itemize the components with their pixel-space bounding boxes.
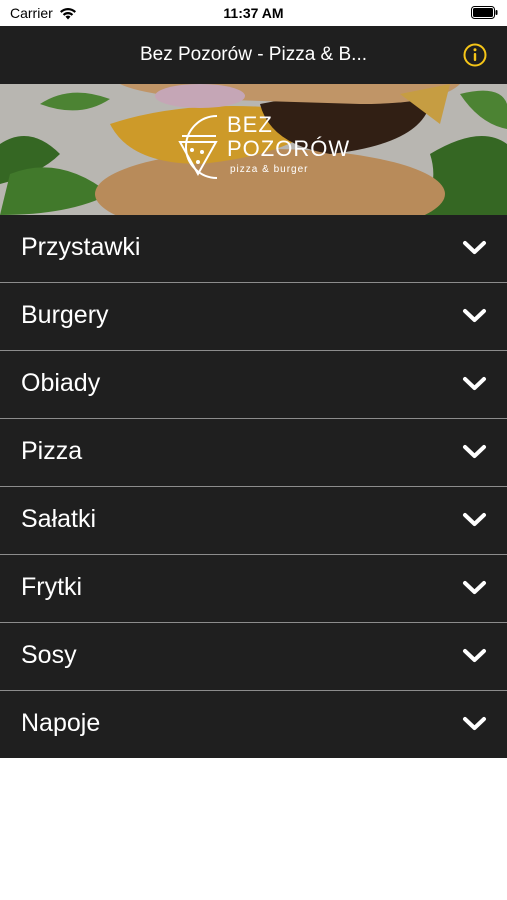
menu-category-label: Obiady xyxy=(21,369,101,397)
navigation-bar: Bez Pozorów - Pizza & B... xyxy=(0,26,507,84)
chevron-down-icon[interactable] xyxy=(462,715,487,733)
menu-category-item[interactable]: Pizza xyxy=(0,419,507,487)
menu-category-label: Frytki xyxy=(21,573,83,601)
menu-category-item[interactable]: Burgery xyxy=(0,283,507,351)
menu-category-label: Napoje xyxy=(21,709,101,737)
battery-icon xyxy=(471,6,498,19)
menu-category-item[interactable]: Frytki xyxy=(0,555,507,623)
logo-text-line1: BEZ xyxy=(227,112,273,137)
menu-category-list: Przystawki Burgery Obiady Pizza Sałatki … xyxy=(0,215,507,758)
pizza-slice-logo-icon xyxy=(178,115,218,179)
restaurant-logo: BEZ POZORÓW pizza & burger xyxy=(172,108,349,188)
menu-category-item[interactable]: Przystawki xyxy=(0,215,507,283)
chevron-down-icon[interactable] xyxy=(462,239,487,257)
menu-category-item[interactable]: Sałatki xyxy=(0,487,507,555)
chevron-down-icon[interactable] xyxy=(462,375,487,393)
chevron-down-icon[interactable] xyxy=(462,511,487,529)
menu-category-item[interactable]: Napoje xyxy=(0,691,507,758)
menu-category-label: Sałatki xyxy=(21,505,97,533)
menu-category-label: Pizza xyxy=(21,437,83,465)
status-bar: Carrier 11:37 AM xyxy=(0,0,507,26)
info-icon[interactable] xyxy=(463,43,487,67)
header-banner-image: BEZ POZORÓW pizza & burger xyxy=(0,84,507,215)
page-title: Bez Pozorów - Pizza & B... xyxy=(139,44,368,65)
chevron-down-icon[interactable] xyxy=(462,307,487,325)
menu-category-label: Burgery xyxy=(21,301,109,329)
menu-category-label: Przystawki xyxy=(21,233,141,261)
logo-subtitle: pizza & burger xyxy=(230,164,309,175)
menu-category-label: Sosy xyxy=(21,641,77,669)
chevron-down-icon[interactable] xyxy=(462,647,487,665)
chevron-down-icon[interactable] xyxy=(462,443,487,461)
menu-category-item[interactable]: Sosy xyxy=(0,623,507,691)
app-screen: Carrier 11:37 AM Bez Pozorów - Pizza & B… xyxy=(0,0,507,900)
status-time: 11:37 AM xyxy=(223,5,284,21)
chevron-down-icon[interactable] xyxy=(462,579,487,597)
logo-text-line2: POZORÓW xyxy=(227,136,351,161)
menu-category-item[interactable]: Obiady xyxy=(0,351,507,419)
